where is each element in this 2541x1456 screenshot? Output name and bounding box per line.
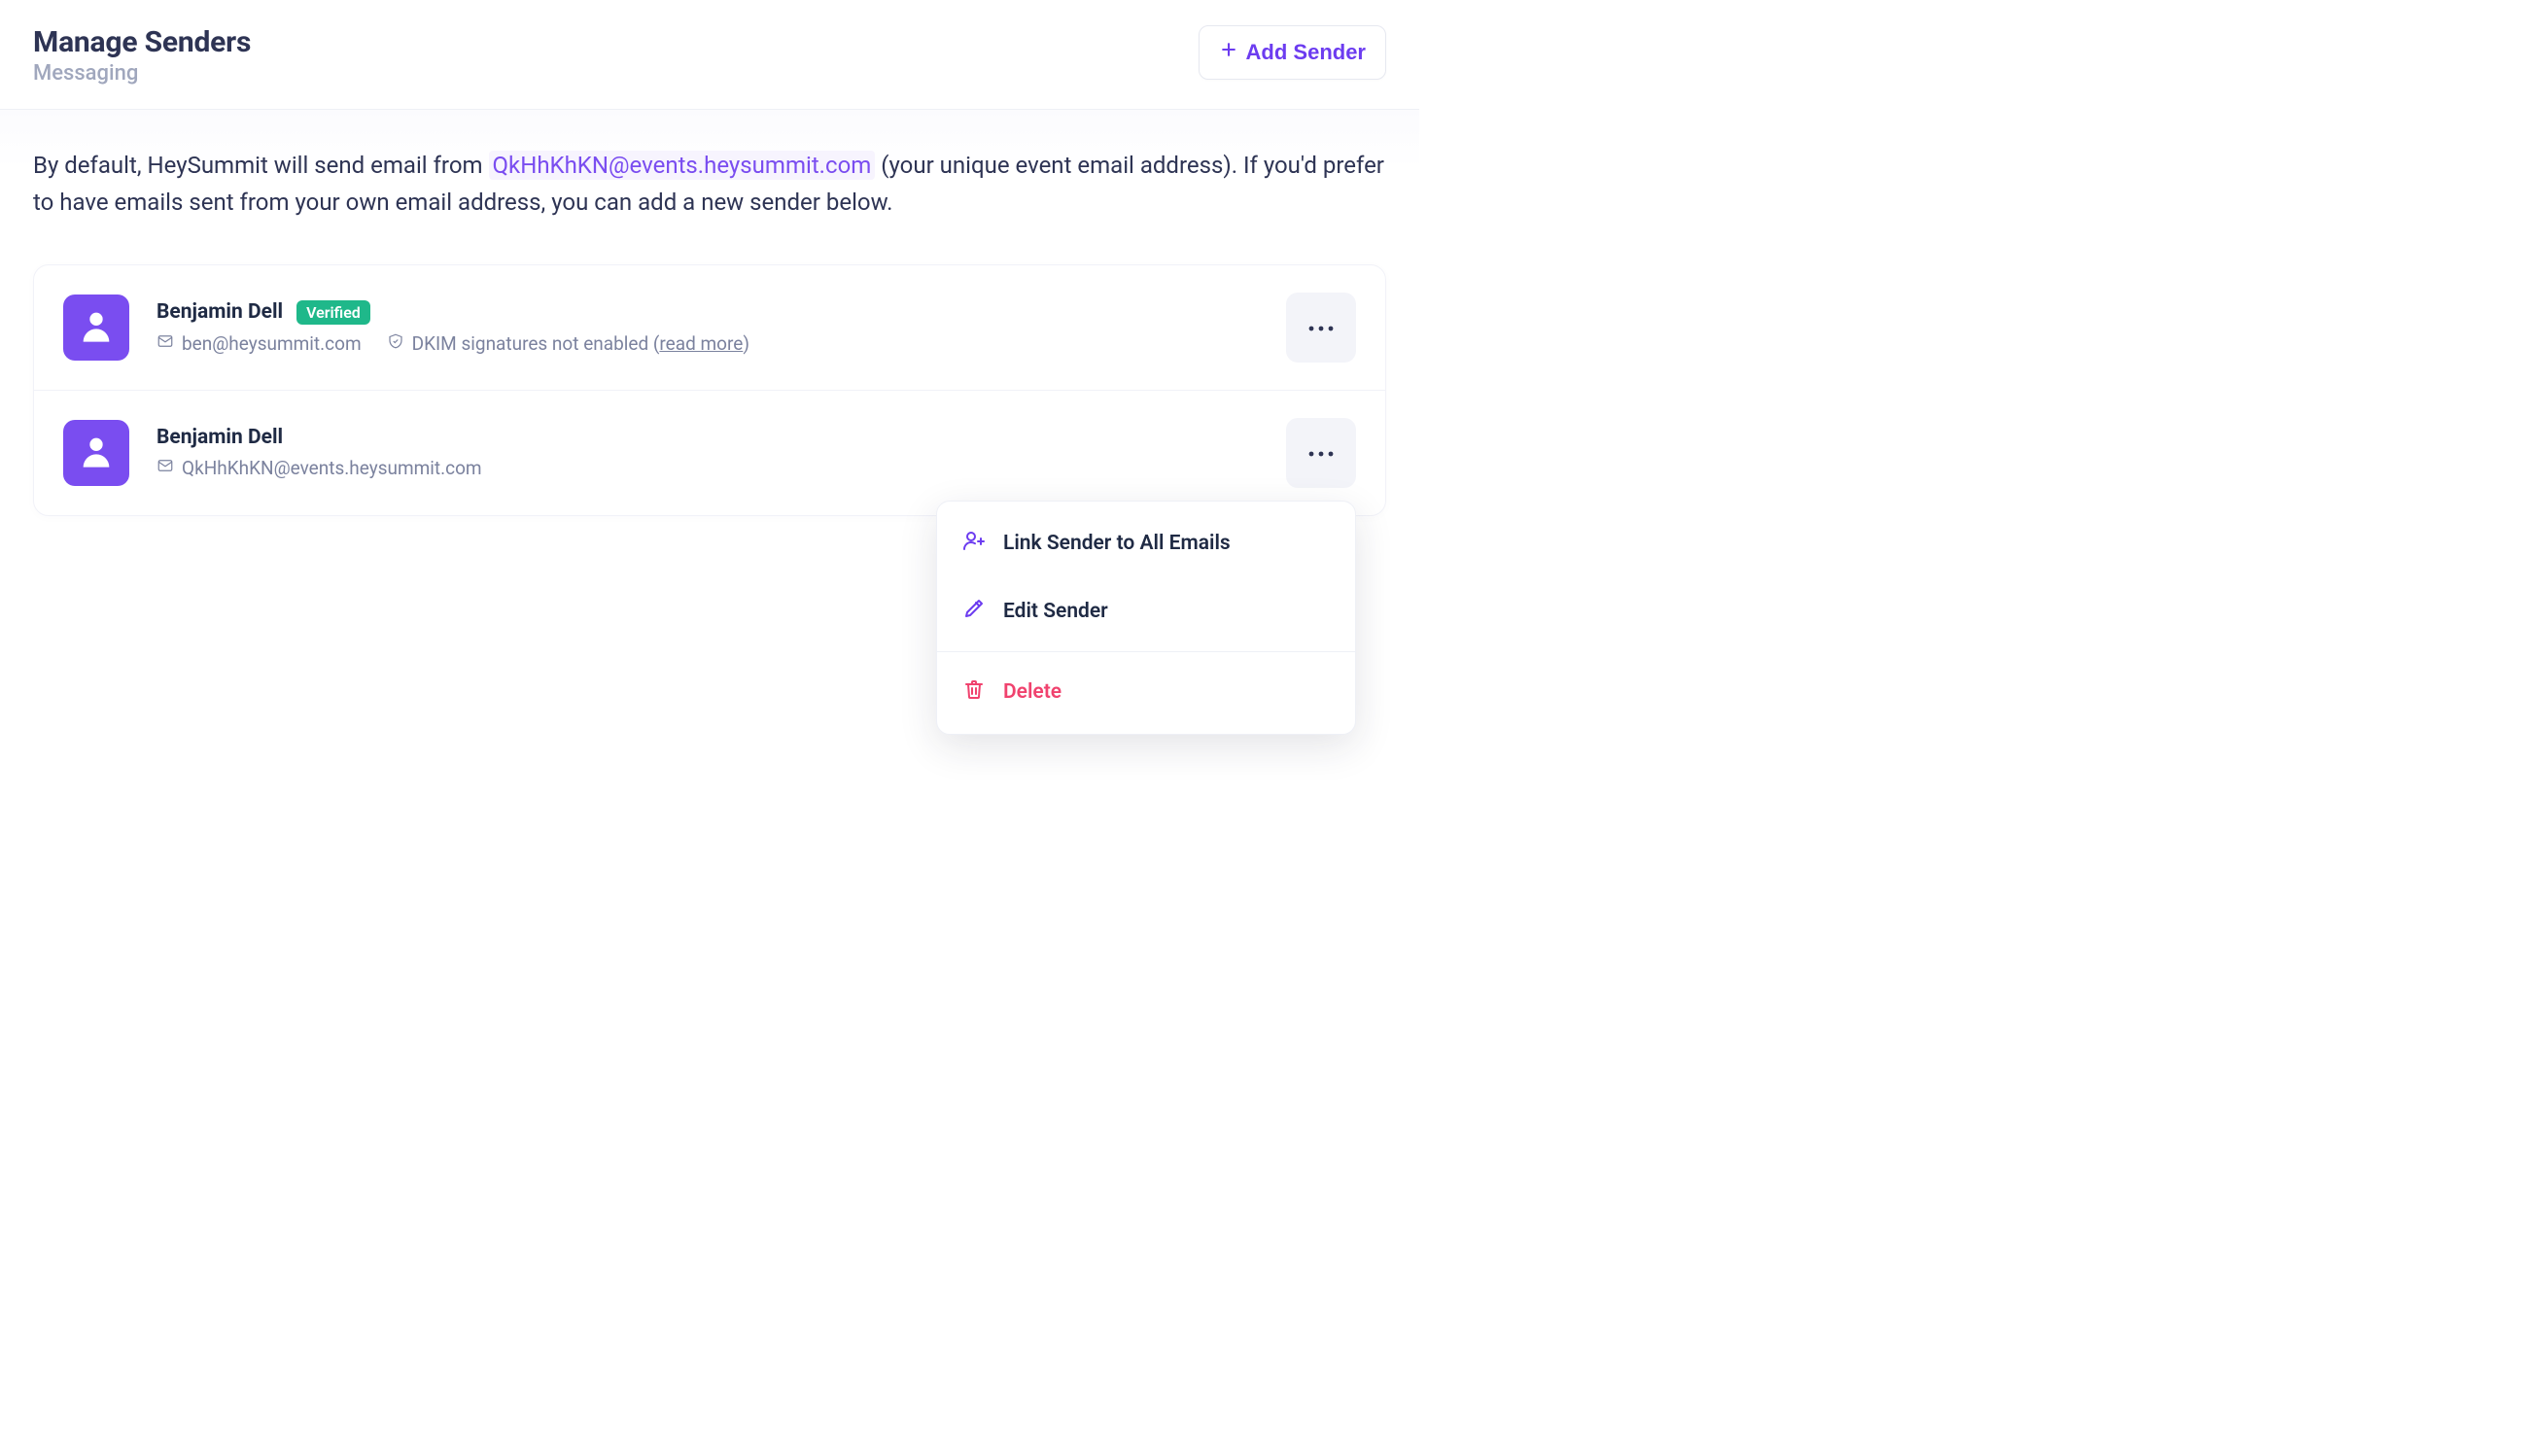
sender-details: Benjamin Dell Verified ben@heysummit.com <box>157 300 1259 355</box>
sender-email-item: ben@heysummit.com <box>157 332 362 355</box>
link-sender-label: Link Sender to All Emails <box>1003 532 1231 555</box>
page-header: Manage Senders Messaging Add Sender <box>0 0 1419 110</box>
person-icon <box>77 306 116 349</box>
default-sender-email: QkHhKhKN@events.heysummit.com <box>489 151 876 180</box>
mail-icon <box>157 332 174 355</box>
pencil-icon <box>962 597 986 626</box>
sender-meta: QkHhKhKN@events.heysummit.com <box>157 457 1259 479</box>
sender-name: Benjamin Dell <box>157 300 283 324</box>
add-sender-label: Add Sender <box>1246 40 1366 65</box>
more-horizontal-icon <box>1308 445 1334 460</box>
shield-check-icon <box>387 332 404 355</box>
sender-details: Benjamin Dell QkHhKhKN@events.heysummit.… <box>157 426 1259 479</box>
sender-email-item: QkHhKhKN@events.heysummit.com <box>157 457 482 479</box>
verified-badge: Verified <box>296 300 370 325</box>
sender-meta: ben@heysummit.com DKIM signatures not en… <box>157 332 1259 355</box>
sender-name-line: Benjamin Dell Verified <box>157 300 1259 325</box>
sender-list: Benjamin Dell Verified ben@heysummit.com <box>33 264 1386 516</box>
dkim-status: DKIM signatures not enabled (read more) <box>387 332 749 355</box>
intro-prefix: By default, HeySummit will send email fr… <box>33 152 489 179</box>
dkim-close: ) <box>743 332 749 355</box>
sender-row: Benjamin Dell Verified ben@heysummit.com <box>34 265 1385 390</box>
delete-sender-label: Delete <box>1003 680 1062 704</box>
intro-text: By default, HeySummit will send email fr… <box>33 147 1386 222</box>
trash-icon <box>962 677 986 707</box>
page-title: Manage Senders <box>33 25 251 59</box>
page-subtitle: Messaging <box>33 61 251 86</box>
edit-sender-label: Edit Sender <box>1003 600 1108 623</box>
add-sender-button[interactable]: Add Sender <box>1199 25 1386 80</box>
dropdown-divider <box>937 651 1355 652</box>
link-sender-all-emails[interactable]: Link Sender to All Emails <box>937 509 1355 577</box>
content-area: By default, HeySummit will send email fr… <box>0 110 1419 553</box>
mail-icon <box>157 457 174 479</box>
header-titles: Manage Senders Messaging <box>33 25 251 86</box>
sender-name-line: Benjamin Dell <box>157 426 1259 449</box>
avatar <box>63 295 129 361</box>
sender-more-button[interactable] <box>1286 293 1356 363</box>
edit-sender[interactable]: Edit Sender <box>937 577 1355 645</box>
sender-more-button[interactable] <box>1286 418 1356 488</box>
dkim-text: DKIM signatures not enabled ( <box>412 332 660 355</box>
sender-row: Benjamin Dell QkHhKhKN@events.heysummit.… <box>34 390 1385 515</box>
plus-icon <box>1219 40 1238 65</box>
dkim-read-more-link[interactable]: read more <box>659 332 743 355</box>
person-icon <box>77 432 116 474</box>
sender-email: ben@heysummit.com <box>182 332 362 355</box>
avatar <box>63 420 129 486</box>
sender-actions-dropdown: Link Sender to All Emails Edit Sender De… <box>936 501 1356 735</box>
more-horizontal-icon <box>1308 320 1334 334</box>
delete-sender[interactable]: Delete <box>937 658 1355 726</box>
sender-name: Benjamin Dell <box>157 426 283 449</box>
user-plus-icon <box>962 529 986 558</box>
sender-email: QkHhKhKN@events.heysummit.com <box>182 457 482 479</box>
